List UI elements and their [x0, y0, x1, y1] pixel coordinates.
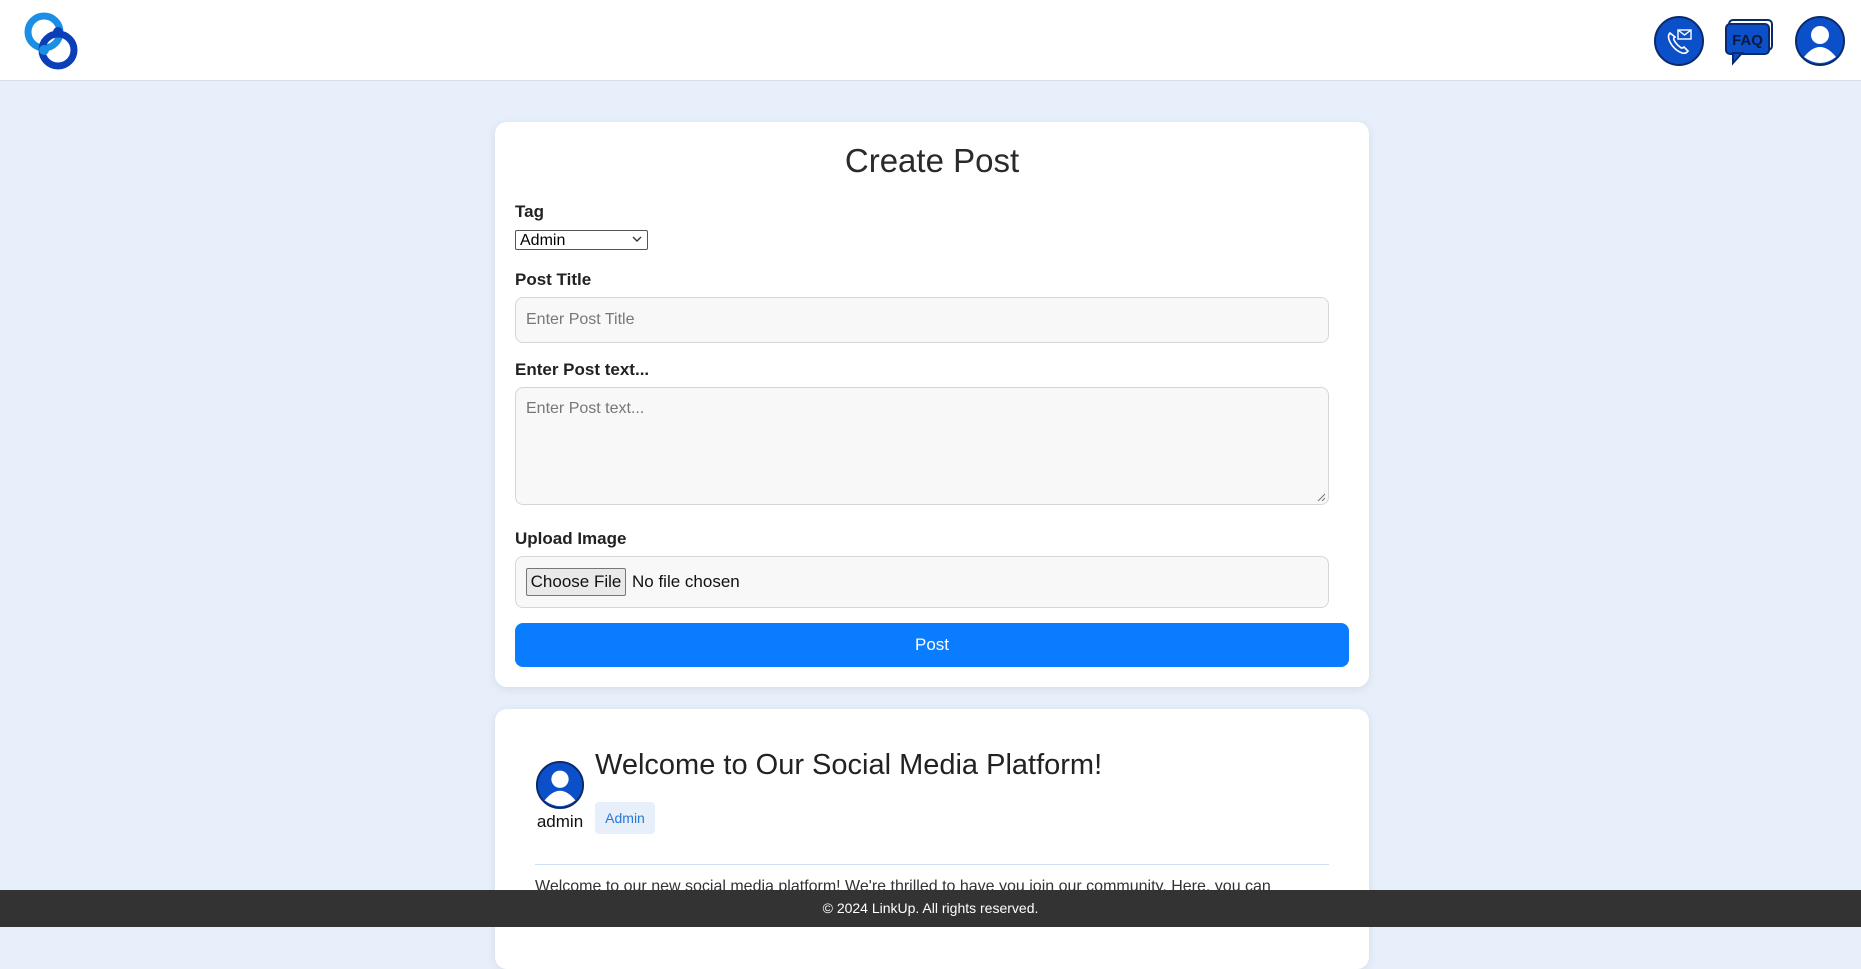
post-title: Welcome to Our Social Media Platform!: [595, 749, 1103, 781]
post-text-placeholder: Enter Post text...: [526, 400, 645, 417]
contact-icon[interactable]: [1653, 15, 1705, 67]
upload-image-field: Choose File No file chosen: [515, 556, 1329, 608]
post-tag-badge: Admin: [595, 802, 655, 834]
tag-select[interactable]: Admin: [515, 230, 648, 250]
post-author[interactable]: admin: [528, 812, 592, 832]
post-text-area[interactable]: Enter Post text...: [515, 387, 1329, 505]
create-post-card: Create Post Tag Admin Post Title Enter P…: [495, 122, 1369, 687]
post-submit-button[interactable]: Post: [515, 623, 1349, 667]
author-avatar-icon[interactable]: [535, 760, 585, 810]
post-title-label: Post Title: [515, 270, 592, 289]
profile-avatar-icon[interactable]: [1794, 15, 1846, 67]
footer: © 2024 LinkUp. All rights reserved.: [0, 890, 1861, 927]
choose-file-button[interactable]: Choose File: [526, 568, 626, 596]
file-status: No file chosen: [632, 572, 740, 591]
post-text-label: Enter Post text...: [515, 360, 650, 379]
create-post-title: Create Post: [844, 142, 1020, 179]
resize-handle-icon[interactable]: [1317, 493, 1326, 502]
upload-image-label: Upload Image: [515, 529, 627, 548]
post-divider: [535, 864, 1329, 865]
faq-icon-text: FAQ: [1732, 32, 1763, 49]
top-navbar: FAQ: [0, 0, 1861, 81]
post-card: admin Welcome to Our Social Media Platfo…: [495, 709, 1369, 969]
chevron-down-icon: [632, 236, 642, 242]
footer-text: © 2024 LinkUp. All rights reserved.: [822, 900, 1039, 916]
linkup-logo-icon[interactable]: [22, 12, 80, 70]
tag-label: Tag: [515, 202, 544, 221]
faq-icon[interactable]: FAQ: [1724, 15, 1776, 67]
tag-select-value: Admin: [520, 232, 566, 249]
post-title-input[interactable]: Enter Post Title: [515, 297, 1329, 343]
